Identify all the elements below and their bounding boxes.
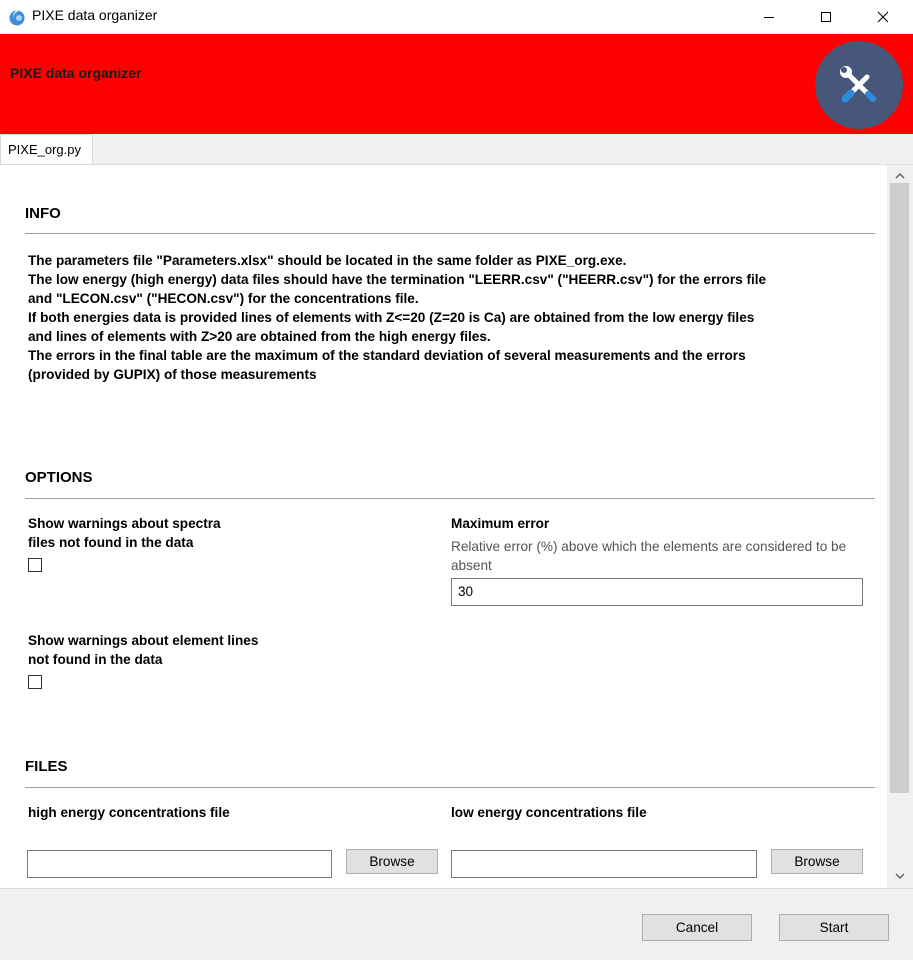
tab-strip: PIXE_org.py [0,134,913,165]
tools-button[interactable] [815,41,903,129]
info-divider [25,233,875,234]
dialog-footer: Cancel Start [0,888,913,960]
info-text: The parameters file "Parameters.xlsx" sh… [28,251,848,384]
close-button[interactable] [860,0,906,33]
info-section-title: INFO [25,205,61,222]
info-line: and "LECON.csv" ("HECON.csv") for the co… [28,291,419,306]
scroll-up-icon[interactable] [894,171,906,181]
info-line: If both energies data is provided lines … [28,310,755,325]
high-energy-file-input[interactable] [27,850,332,878]
max-error-description: Relative error (%) above which the eleme… [451,539,847,573]
info-line: The parameters file "Parameters.xlsx" sh… [28,253,627,268]
scrollbar-thumb[interactable] [890,183,909,793]
minimize-icon [764,16,774,18]
element-warning-checkbox[interactable] [28,675,42,689]
app-header: PIXE data organizer [0,34,913,134]
max-error-label: Maximum error [451,516,550,531]
low-energy-browse-button[interactable]: Browse [771,849,863,874]
info-line: and lines of elements with Z>20 are obta… [28,329,491,344]
info-line: (provided by GUPIX) of those measurement… [28,367,317,382]
files-section-title: FILES [25,758,68,775]
header-title: PIXE data organizer [10,65,142,81]
close-icon [877,11,889,22]
maximize-button[interactable] [803,0,849,33]
info-line: The low energy (high energy) data files … [28,272,767,287]
tools-icon [840,66,876,103]
main-content: INFO The parameters file "Parameters.xls… [0,165,887,888]
options-divider [25,498,875,499]
maximize-icon [821,11,831,22]
element-warning-label-line1: Show warnings about element lines [28,633,259,648]
low-energy-file-input[interactable] [451,850,757,878]
scroll-down-icon[interactable] [894,871,906,881]
max-error-input[interactable]: 30 [451,578,863,606]
high-energy-browse-button[interactable]: Browse [346,849,438,874]
options-section-title: OPTIONS [25,469,93,486]
low-energy-label: low energy concentrations file [451,805,647,820]
spectra-warning-label: Show warnings about spectra files not fo… [28,514,221,552]
app-icon [8,8,26,26]
element-warning-label: Show warnings about element lines not fo… [28,631,258,669]
title-bar: PIXE data organizer [0,0,913,33]
spectra-warning-label-line2: files not found in the data [28,535,194,550]
spectra-warning-checkbox[interactable] [28,558,42,572]
window-title: PIXE data organizer [32,7,158,23]
cancel-button[interactable]: Cancel [642,914,752,941]
element-warning-label-line2: not found in the data [28,652,163,667]
vertical-scrollbar[interactable] [888,165,913,888]
high-energy-label: high energy concentrations file [28,805,230,820]
files-divider [25,787,875,788]
info-line: The errors in the final table are the ma… [28,348,746,363]
spectra-warning-label-line1: Show warnings about spectra [28,516,221,531]
start-button[interactable]: Start [779,914,889,941]
minimize-button[interactable] [746,0,792,33]
tab-pixe-org[interactable]: PIXE_org.py [0,134,93,164]
